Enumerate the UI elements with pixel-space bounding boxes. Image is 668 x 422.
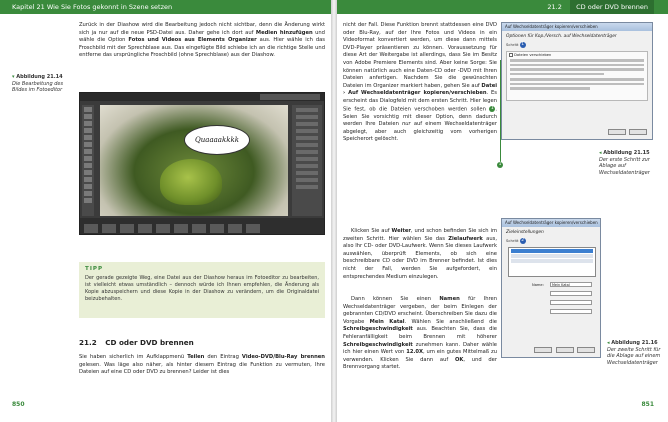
text-run: Namen <box>439 296 460 302</box>
dialog-1-titlebar: Auf Wechseldatenträger kopieren/verschie… <box>502 23 652 31</box>
text-run: Mein Katal <box>369 318 405 325</box>
dialog-1-next-button[interactable] <box>608 129 626 135</box>
dialog-step-1: Auf Wechseldatenträger kopieren/verschie… <box>501 22 653 140</box>
left-page: Kapitel 21 Wie Sie Fotos gekonnt in Szen… <box>0 0 331 422</box>
editor-canvas: Quaaaakkkk <box>100 105 288 216</box>
dialog-step-2: Auf Wechseldatenträger kopieren/verschie… <box>501 218 601 358</box>
dialog-2-cancel-button[interactable] <box>577 347 595 353</box>
right-header-title: CD oder DVD brennen <box>570 0 654 14</box>
section-heading: 21.2 CD oder DVD brennen <box>79 338 194 347</box>
right-paragraph-2: Klicken Sie auf Weiter, und schon befind… <box>343 228 497 281</box>
dialog-2-back-button[interactable] <box>534 347 552 353</box>
figure-caption-21-15: ◂ Abbildung 21.15 Der erste Schritt zur … <box>599 150 650 176</box>
caption-arrow-icon: ◂ <box>599 150 602 156</box>
dialog-1-step: Schritt 1 <box>506 42 526 48</box>
text-run: Weiter <box>391 228 411 234</box>
dialog-1-cancel-button[interactable] <box>629 129 647 135</box>
section-title: CD oder DVD brennen <box>105 338 194 347</box>
left-page-number: 850 <box>12 401 25 408</box>
move-files-checkbox[interactable] <box>509 53 513 57</box>
right-header-chapter: 21.2 <box>547 3 562 11</box>
editor-photo-bin <box>80 218 324 234</box>
right-page-number: 851 <box>641 401 654 408</box>
text-run: Video-DVD/Blu-Ray brennen <box>241 354 325 360</box>
right-paragraph-3: Dann können Sie einen Namen für Ihren We… <box>343 296 497 372</box>
text-run: den Eintrag <box>204 354 242 360</box>
text-run: Teilen <box>187 354 205 360</box>
text-run: . Wählen Sie anschließend die <box>404 318 497 325</box>
figure-caption-text: Die Bearbeitung des Bildes im Fotoeditor <box>12 80 64 94</box>
text-run: nur <box>401 121 411 128</box>
text-run: Schreibgeschwindigkeit <box>343 326 413 333</box>
text-run: Klicken Sie auf <box>351 228 392 234</box>
tip-text: Der gerade gezeigte Weg, eine Datei aus … <box>85 275 319 302</box>
left-section-paragraph: Sie haben sicherlich im Aufklappmenü Tei… <box>79 354 325 377</box>
list-item[interactable] <box>511 254 593 258</box>
text-run: nicht der Fall. Diese Funktion brennt st… <box>343 22 497 89</box>
text-run: Medien hinzufügen <box>255 29 313 36</box>
name-input[interactable]: Mein Katal <box>550 282 592 287</box>
section-number: 21.2 <box>79 338 97 347</box>
list-item[interactable] <box>511 259 593 263</box>
dialog-2-titlebar: Auf Wechseldatenträger kopieren/verschie… <box>502 219 600 227</box>
text-run: aus, also Ihr CD- oder DVD-Laufwerk. Wen… <box>343 235 497 280</box>
editor-effects-panel <box>292 105 322 216</box>
speed-select[interactable] <box>550 291 592 296</box>
text-run: gelesen. Was läge also näher, als hinter… <box>79 361 325 376</box>
tip-title: TIPP <box>85 266 104 272</box>
dialog-2-step: Schritt 2 <box>506 238 526 244</box>
right-paragraph-1: nicht der Fall. Diese Funktion brennt st… <box>343 22 497 144</box>
callout-marker-1: 1 <box>497 162 503 168</box>
editor-toolbox <box>82 105 94 216</box>
text-run: Fotos und Videos aus Elements Organizer <box>128 37 257 44</box>
frog-photo <box>160 159 222 205</box>
name-label: Name: <box>532 283 544 287</box>
callout-line <box>500 60 501 164</box>
dialog-2-ok-button[interactable] <box>556 347 574 353</box>
tip-box: TIPP Der gerade gezeigte Weg, eine Datei… <box>79 262 325 318</box>
dialog-1-description <box>507 58 647 93</box>
speech-bubble: Quaaaakkkk <box>184 125 250 155</box>
editor-mode-tabs <box>260 94 320 100</box>
path-field-2[interactable] <box>550 309 592 314</box>
text-run: Sie haben sicherlich im Aufklappmenü <box>79 354 188 360</box>
figure-caption-number: ▾ Abbildung 21.14 <box>12 74 63 80</box>
dialog-2-heading: Zieleinstellungen <box>506 230 544 235</box>
caption-arrow-icon: ▾ <box>12 74 15 80</box>
left-intro-paragraph: Zurück in der Diashow wird die Bearbeitu… <box>79 22 325 60</box>
dialog-1-options-group: Dateien verschieben <box>506 51 648 101</box>
text-run: Schreibgeschwindigkeit <box>343 341 413 348</box>
drive-list[interactable] <box>508 247 596 277</box>
text-run: 12.0X <box>406 349 424 356</box>
right-running-header: 21.2 CD oder DVD brennen <box>337 0 668 14</box>
path-field[interactable] <box>550 300 592 305</box>
figure-caption-21-16: ◂ Abbildung 21.16 Der zweite Schritt für… <box>607 340 661 366</box>
text-run: Zielaufwerk <box>448 235 483 242</box>
photo-editor-screenshot: Quaaaakkkk <box>79 92 325 235</box>
figure-caption-21-14: ▾ Abbildung 21.14 Die Bearbeitung des Bi… <box>12 74 74 94</box>
text-run: Dann können Sie einen <box>351 296 440 302</box>
left-running-header: Kapitel 21 Wie Sie Fotos gekonnt in Szen… <box>0 0 331 14</box>
right-page: 21.2 CD oder DVD brennen nicht der Fall.… <box>337 0 668 422</box>
list-item[interactable] <box>511 249 593 253</box>
dialog-1-heading: Optionen für Kop./Versch. auf Wechseldat… <box>506 34 617 39</box>
editor-menubar <box>80 93 324 101</box>
caption-arrow-icon: ◂ <box>607 340 610 346</box>
